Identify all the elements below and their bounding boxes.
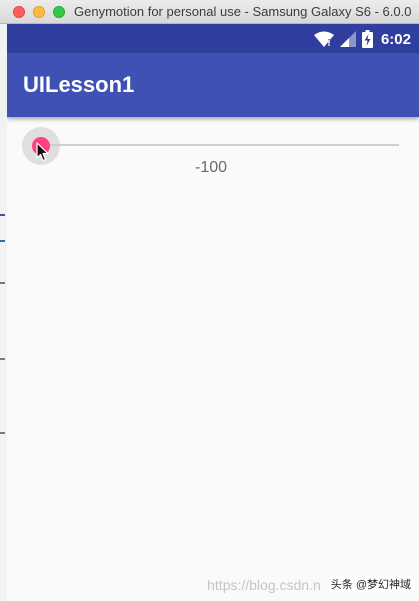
seekbar[interactable] (22, 127, 399, 165)
ide-code-mark (0, 358, 5, 360)
ide-code-mark (0, 432, 5, 434)
device-screen: 6:02 UILesson1 -100 https://blog.csdn.n … (7, 24, 419, 601)
main-content: -100 (7, 117, 419, 601)
battery-charging-icon (361, 30, 373, 48)
emulator-window: Genymotion for personal use - Samsung Ga… (0, 0, 419, 601)
ide-code-mark (0, 240, 5, 242)
status-time: 6:02 (380, 30, 411, 48)
wifi-icon (313, 31, 334, 47)
window-close-button[interactable] (13, 6, 25, 18)
seekbar-value-label: -100 (195, 159, 228, 176)
watermark: https://blog.csdn.n 头条 @梦幻神域 (207, 575, 413, 593)
status-bar: 6:02 (7, 24, 419, 53)
signal-icon (339, 31, 356, 47)
seekbar-track[interactable] (41, 144, 399, 146)
ide-code-mark (0, 214, 5, 216)
ide-code-mark (0, 282, 5, 284)
app-bar: UILesson1 (7, 53, 419, 117)
window-maximize-button[interactable] (53, 6, 65, 18)
mouse-pointer-icon (36, 142, 49, 162)
window-title: Genymotion for personal use - Samsung Ga… (74, 4, 412, 19)
window-minimize-button[interactable] (33, 6, 45, 18)
watermark-brand: 头条 @梦幻神域 (328, 575, 413, 593)
watermark-url: https://blog.csdn.n (207, 577, 321, 593)
window-title-bar: Genymotion for personal use - Samsung Ga… (0, 0, 419, 24)
app-title: UILesson1 (23, 72, 135, 97)
